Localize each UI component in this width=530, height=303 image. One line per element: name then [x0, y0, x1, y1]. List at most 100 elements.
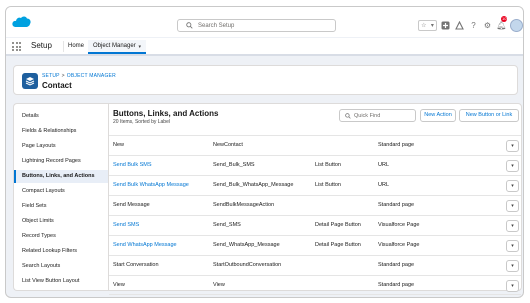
app-launcher-icon[interactable]: [12, 42, 21, 51]
chevron-down-icon: ▾: [511, 263, 514, 269]
table-row: New NewContact Standard page ▾: [109, 135, 521, 155]
chevron-down-icon: ▾: [511, 223, 514, 229]
row-content: URL: [378, 182, 390, 188]
search-icon: [186, 22, 193, 29]
row-name: View: [213, 282, 225, 288]
item-count: 20 Items, Sorted by Label: [113, 119, 170, 125]
add-icon[interactable]: [440, 20, 451, 31]
breadcrumb-separator: >: [61, 73, 65, 79]
table-row: Send Bulk WhatsApp Message Send_Bulk_Wha…: [109, 175, 521, 195]
row-content: Standard page: [378, 282, 415, 288]
row-name: Send_WhatsApp_Message: [213, 242, 280, 248]
help-icon[interactable]: ?: [468, 20, 479, 31]
search-icon: [345, 113, 351, 119]
row-content: Visualforce Page: [378, 222, 420, 228]
row-label-link[interactable]: Send Bulk WhatsApp Message: [113, 182, 189, 188]
chevron-down-icon: ▾: [430, 22, 434, 29]
object-header: SETUP > OBJECT MANAGER Contact: [13, 65, 518, 95]
sidebar-item-compact-layouts[interactable]: Compact Layouts: [14, 185, 108, 198]
sidebar-item-related-lookup-filters[interactable]: Related Lookup Filters: [14, 245, 108, 258]
app-name: Setup: [31, 41, 52, 50]
row-label-link[interactable]: Send SMS: [113, 222, 139, 228]
row-content: Standard page: [378, 262, 415, 268]
tab-home[interactable]: Home: [63, 41, 88, 52]
table-row: Start Conversation StartOutboundConversa…: [109, 255, 521, 275]
row-label: New: [113, 142, 125, 148]
new-action-button[interactable]: New Action: [420, 109, 456, 122]
row-content: URL: [378, 162, 390, 168]
chevron-down-icon[interactable]: ▾: [138, 44, 141, 50]
row-name: SendBulkMessageAction: [213, 202, 275, 208]
row-actions-dropdown[interactable]: ▾: [506, 260, 519, 272]
table-row: View View Standard page ▾: [109, 275, 521, 295]
chevron-down-icon: ▾: [511, 163, 514, 169]
salesforce-cloud-logo[interactable]: [12, 15, 31, 29]
breadcrumb-setup[interactable]: SETUP: [42, 73, 60, 79]
sidebar-item-field-sets[interactable]: Field Sets: [14, 200, 108, 213]
sidebar-item-details[interactable]: Details: [14, 110, 108, 123]
table-row: Send WhatsApp Message Send_WhatsApp_Mess…: [109, 235, 521, 255]
table-row: Send SMS Send_SMS Detail Page Button Vis…: [109, 215, 521, 235]
row-type: List Button: [315, 162, 341, 168]
breadcrumb-object-manager[interactable]: OBJECT MANAGER: [67, 73, 116, 79]
object-sidebar: Details Fields & Relationships Page Layo…: [13, 103, 108, 291]
table-row: Send Message SendBulkMessageAction Stand…: [109, 195, 521, 215]
chevron-down-icon: ▾: [511, 183, 514, 189]
quick-find-placeholder: Quick Find: [354, 113, 381, 119]
trailhead-icon[interactable]: [454, 20, 465, 31]
sidebar-item-list-view-button-layout[interactable]: List View Button Layout: [14, 275, 108, 288]
row-name: StartOutboundConversation: [213, 262, 282, 268]
row-name: Send_Bulk_WhatsApp_Message: [213, 182, 294, 188]
global-search-input[interactable]: Search Setup: [177, 19, 336, 32]
row-label-link[interactable]: Send WhatsApp Message: [113, 242, 177, 248]
sidebar-item-record-types[interactable]: Record Types: [14, 230, 108, 243]
notification-badge: 10: [501, 15, 508, 22]
gear-icon[interactable]: ⚙: [482, 20, 493, 31]
row-actions-dropdown[interactable]: ▾: [506, 240, 519, 252]
browser-frame: Search Setup ☆ ▾ ? ⚙ 🔔︎ 10 Setup Home Ob…: [5, 6, 524, 298]
bell-icon: 🔔︎: [496, 20, 507, 30]
tab-object-manager[interactable]: Object Manager ▾: [88, 40, 146, 54]
table-row: Send Bulk SMS Send_Bulk_SMS List Button …: [109, 155, 521, 175]
app-navigation: Setup Home Object Manager ▾: [6, 38, 523, 56]
row-actions-dropdown[interactable]: ▾: [506, 160, 519, 172]
row-actions-dropdown[interactable]: ▾: [506, 200, 519, 212]
sidebar-item-fields-relationships[interactable]: Fields & Relationships: [14, 125, 108, 138]
tab-object-manager-label: Object Manager: [93, 43, 136, 49]
star-icon: ☆: [421, 22, 427, 29]
row-actions-dropdown[interactable]: ▾: [506, 180, 519, 192]
notifications-button[interactable]: 🔔︎ 10: [496, 15, 508, 31]
row-actions-dropdown[interactable]: ▾: [506, 280, 519, 292]
section-title: Buttons, Links, and Actions: [113, 109, 219, 118]
new-button-or-link-button[interactable]: New Button or Link: [459, 109, 519, 122]
chevron-down-icon: ▾: [511, 203, 514, 209]
breadcrumb: SETUP > OBJECT MANAGER: [42, 73, 116, 79]
sidebar-item-lightning-record-pages[interactable]: Lightning Record Pages: [14, 155, 108, 168]
sidebar-item-buttons-links-actions[interactable]: Buttons, Links, and Actions: [14, 170, 108, 183]
favorites-button[interactable]: ☆ ▾: [418, 19, 437, 31]
chevron-down-icon: ▾: [511, 283, 514, 289]
row-label: View: [113, 282, 125, 288]
sidebar-item-search-layouts[interactable]: Search Layouts: [14, 260, 108, 273]
quick-find-input[interactable]: Quick Find: [339, 109, 416, 122]
buttons-links-actions-panel: Buttons, Links, and Actions 20 Items, So…: [108, 103, 522, 295]
chevron-down-icon: ▾: [511, 243, 514, 249]
row-type: Detail Page Button: [315, 242, 361, 248]
sidebar-item-page-layouts[interactable]: Page Layouts: [14, 140, 108, 153]
row-name: NewContact: [213, 142, 243, 148]
avatar[interactable]: [510, 18, 523, 32]
row-label: Start Conversation: [113, 262, 159, 268]
row-content: Visualforce Page: [378, 242, 420, 248]
row-name: Send_Bulk_SMS: [213, 162, 255, 168]
row-label-link[interactable]: Send Bulk SMS: [113, 162, 152, 168]
row-content: Standard page: [378, 142, 415, 148]
row-actions-dropdown[interactable]: ▾: [506, 220, 519, 232]
header-icons: ☆ ▾ ? ⚙ 🔔︎ 10: [418, 15, 523, 32]
row-type: List Button: [315, 182, 341, 188]
search-placeholder: Search Setup: [198, 23, 235, 29]
sidebar-item-object-limits[interactable]: Object Limits: [14, 215, 108, 228]
global-header: Search Setup ☆ ▾ ? ⚙ 🔔︎ 10: [6, 7, 523, 37]
layers-icon: [22, 73, 38, 89]
chevron-down-icon: ▾: [511, 143, 514, 149]
row-actions-dropdown[interactable]: ▾: [506, 140, 519, 152]
